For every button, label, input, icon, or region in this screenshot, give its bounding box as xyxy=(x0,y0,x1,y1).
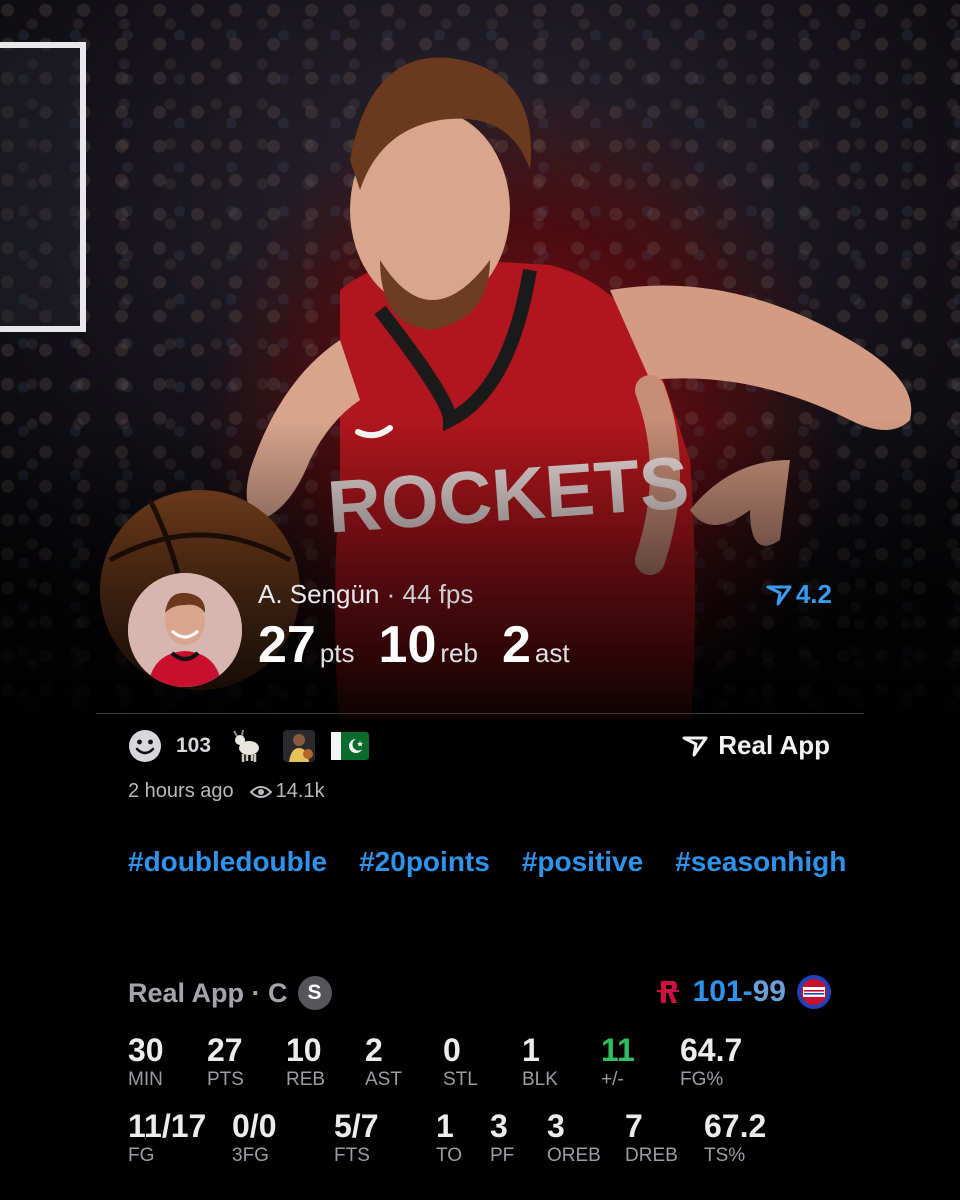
boxscore-fts: 5/7 FTS xyxy=(334,1108,379,1166)
boxscore-ts-pct: 67.2 TS% xyxy=(704,1108,767,1166)
smiley-icon[interactable] xyxy=(128,729,162,763)
boxscore-to: 1 TO xyxy=(436,1108,463,1166)
timestamp: 2 hours ago xyxy=(128,780,234,802)
rockets-logo-icon xyxy=(656,981,679,1003)
player-avatar[interactable] xyxy=(128,573,242,687)
player-name-row: A. Sengün · 44 fps xyxy=(258,579,473,610)
starter-badge: S xyxy=(297,976,332,1010)
hashtag[interactable]: #seasonhigh xyxy=(675,843,846,881)
views: 14.1k xyxy=(249,780,325,803)
player-statline[interactable]: A. Sengün · 44 fps 4.2 27 pts 10 reb 2 ast xyxy=(128,573,832,703)
fantasy-points: · 44 fps xyxy=(386,579,474,609)
stat-rebounds: 10 reb xyxy=(378,616,478,674)
boxscore-oreb: 3 OREB xyxy=(547,1108,601,1166)
boxscore-blk: 1 BLK xyxy=(522,1032,558,1090)
away-score: 99 xyxy=(752,975,786,1008)
stat-points: 27 pts xyxy=(258,616,355,674)
eye-icon xyxy=(249,785,272,798)
hashtag[interactable]: #doubledouble xyxy=(128,843,327,881)
home-score: 101 xyxy=(692,975,743,1008)
headline-stats: 27 pts 10 reb 2 ast xyxy=(258,615,570,675)
reactions-bar: 103 xyxy=(128,728,370,764)
boxscore-plus-minus: 11 +/- xyxy=(601,1032,635,1090)
hashtag[interactable]: #positive xyxy=(522,843,643,881)
post-meta: 2 hours ago 14.1k xyxy=(128,780,325,803)
brand-label: Real App xyxy=(718,730,830,760)
boxscore-title: Real App · C xyxy=(128,977,288,1008)
goat-icon[interactable] xyxy=(231,728,267,764)
game-score[interactable]: 101-99 xyxy=(653,974,832,1010)
boxscore-fg-pct: 64.7 FG% xyxy=(680,1032,743,1090)
real-logo-icon xyxy=(766,585,792,605)
boxscore-header: Real App · C S xyxy=(128,976,332,1010)
score-separator: - xyxy=(742,975,753,1008)
boxscore-dreb: 7 DREB xyxy=(625,1108,678,1166)
rating-value: 4.2 xyxy=(795,579,832,609)
stat-assists: 2 ast xyxy=(501,616,570,674)
boxscore-pts: 27 PTS xyxy=(207,1032,244,1090)
boxscore-pf: 3 PF xyxy=(490,1108,515,1166)
real-logo-icon xyxy=(682,736,708,756)
divider xyxy=(96,713,864,714)
rating-badge[interactable]: 4.2 xyxy=(766,579,832,610)
boxscore-min: 30 MIN xyxy=(128,1032,164,1090)
boxscore-3fg: 0/0 3FG xyxy=(232,1108,277,1166)
view-count: 14.1k xyxy=(275,780,325,802)
hashtag-list: #doubledouble #20points #positive #seaso… xyxy=(128,843,848,881)
player-name[interactable]: A. Sengün xyxy=(258,579,379,609)
reaction-count: 103 xyxy=(176,734,212,757)
boxscore-fg: 11/17 FG xyxy=(128,1108,207,1166)
pistons-logo-icon xyxy=(797,975,831,1009)
real-app-brand[interactable]: Real App xyxy=(682,730,830,761)
boxscore-ast: 2 AST xyxy=(365,1032,402,1090)
pakistan-flag-icon[interactable] xyxy=(331,732,370,760)
player-sticker-icon[interactable] xyxy=(281,728,317,764)
boxscore-reb: 10 REB xyxy=(286,1032,326,1090)
boxscore-stl: 0 STL xyxy=(443,1032,478,1090)
backboard xyxy=(0,42,86,332)
hashtag[interactable]: #20points xyxy=(359,843,490,881)
